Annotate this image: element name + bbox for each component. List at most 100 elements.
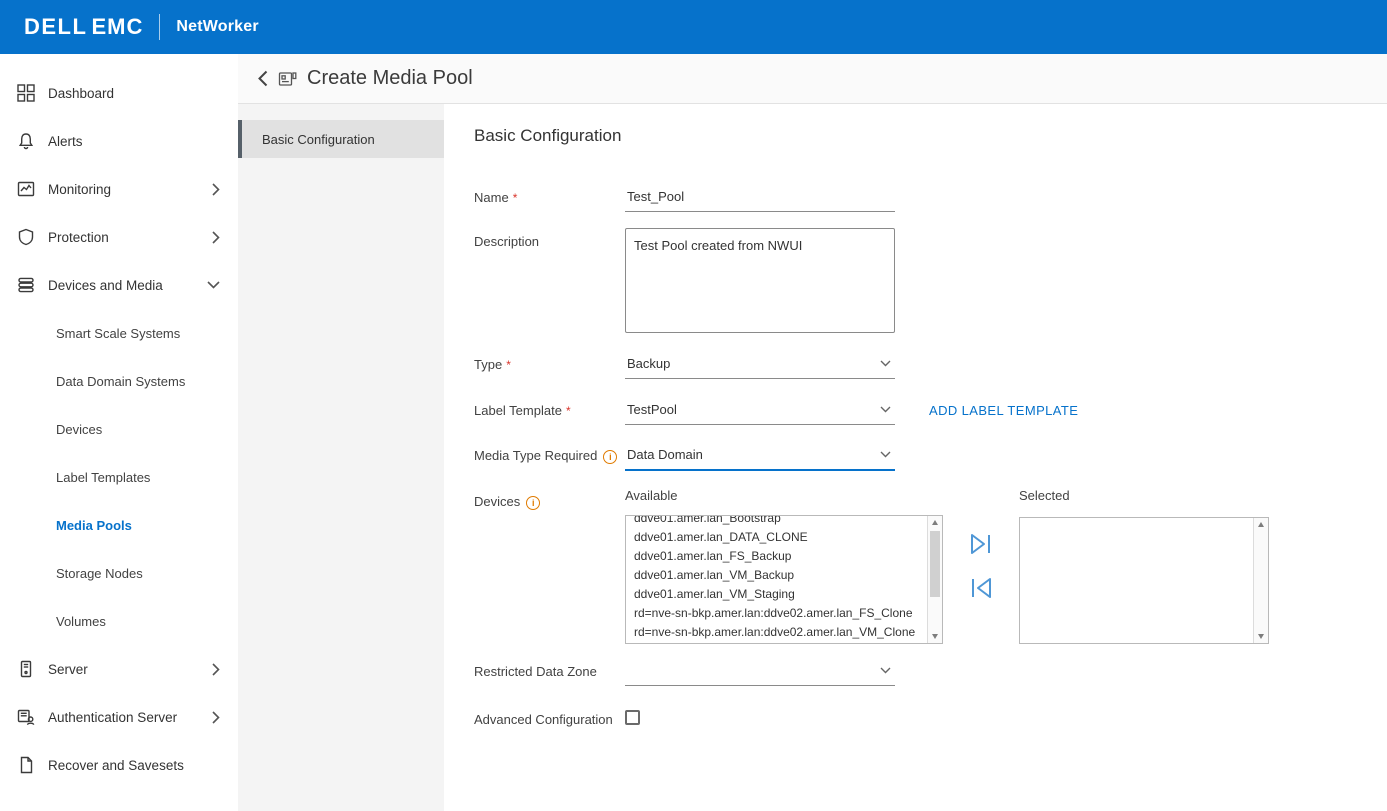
sidebar-child-label: Media Pools	[56, 518, 132, 533]
media-type-select[interactable]: Data Domain	[625, 442, 895, 471]
device-option[interactable]: ddve01.amer.lan_VM_Staging	[626, 585, 927, 604]
brand-emc: EMC	[91, 14, 143, 40]
label-template-label: Label Template *	[474, 397, 625, 425]
scroll-up-icon[interactable]	[1254, 518, 1268, 531]
chevron-right-icon	[212, 231, 220, 244]
available-list: ddve01.amer.lan_Bootstrapddve01.amer.lan…	[626, 516, 927, 643]
device-option[interactable]: ddve01.amer.lan_FS_Backup	[626, 547, 927, 566]
sidebar-item-devices-and-media[interactable]: Devices and Media	[0, 261, 238, 309]
authentication-server-icon	[17, 708, 35, 726]
sidebar-item-protection[interactable]: Protection	[0, 213, 238, 261]
app-header: DELL EMC NetWorker	[0, 0, 1387, 54]
type-label: Type *	[474, 351, 625, 379]
selected-listbox	[1019, 517, 1269, 644]
available-column: Available ddve01.amer.lan_Bootstrapddve0…	[625, 488, 943, 644]
sidebar-item-label: Alerts	[48, 134, 83, 149]
advanced-configuration-row: Advanced Configuration	[474, 706, 1387, 727]
info-icon[interactable]: i	[526, 496, 540, 510]
selected-list	[1020, 518, 1253, 643]
move-left-button[interactable]	[968, 576, 994, 600]
sidebar-item-dashboard[interactable]: Dashboard	[0, 69, 238, 117]
scroll-down-icon[interactable]	[1254, 630, 1268, 643]
sidebar-item-storage-nodes[interactable]: Storage Nodes	[0, 549, 238, 597]
device-option[interactable]: ddve01.amer.lan_Bootstrap	[626, 516, 927, 528]
section-title: Basic Configuration	[474, 126, 1387, 146]
sidebar-item-volumes[interactable]: Volumes	[0, 597, 238, 645]
advanced-configuration-checkbox[interactable]	[625, 710, 640, 725]
add-label-template-link[interactable]: ADD LABEL TEMPLATE	[929, 397, 1078, 425]
description-row: Description Test Pool created from NWUI	[474, 228, 1387, 333]
chevron-right-icon	[212, 663, 220, 676]
sidebar-item-monitoring[interactable]: Monitoring	[0, 165, 238, 213]
sidebar-item-label-templates[interactable]: Label Templates	[0, 453, 238, 501]
type-select[interactable]: Backup	[625, 351, 895, 379]
label-template-select[interactable]: TestPool	[625, 397, 895, 425]
sidebar-item-label: Server	[48, 662, 88, 677]
type-select-value: Backup	[627, 356, 670, 371]
device-option[interactable]: rd=nve-sn-bkp.amer.lan:ddve02.amer.lan_F…	[626, 604, 927, 623]
sidebar-item-smart-scale-systems[interactable]: Smart Scale Systems	[0, 309, 238, 357]
name-label: Name *	[474, 184, 625, 212]
bell-icon	[17, 132, 35, 150]
restricted-data-zone-select[interactable]	[625, 658, 895, 686]
app-name: NetWorker	[176, 18, 258, 36]
media-type-row: Media Type Required i Data Domain	[474, 442, 1387, 471]
sidebar-child-label: Storage Nodes	[56, 566, 143, 581]
form-area: Basic Configuration Name * Description T…	[444, 104, 1387, 811]
nav-item-basic-configuration[interactable]: Basic Configuration	[238, 120, 444, 158]
info-icon[interactable]: i	[603, 450, 617, 464]
chevron-down-icon	[880, 451, 891, 458]
devices-row: Devices i Available ddve01.amer.lan_Boot…	[474, 488, 1387, 644]
device-option[interactable]: ddve01.amer.lan_DATA_CLONE	[626, 528, 927, 547]
label-template-select-value: TestPool	[627, 402, 677, 417]
transfer-buttons	[943, 488, 1019, 644]
scroll-down-icon[interactable]	[928, 630, 942, 643]
sidebar-item-devices[interactable]: Devices	[0, 405, 238, 453]
dell-emc-logo: DELL EMC	[24, 14, 143, 40]
back-button[interactable]	[258, 70, 268, 87]
config-nav-panel: Basic Configuration	[238, 104, 444, 811]
available-scrollbar[interactable]	[927, 516, 942, 643]
monitoring-icon	[17, 180, 35, 198]
brand-divider	[159, 14, 160, 40]
dashboard-icon	[17, 84, 35, 102]
sidebar-item-alerts[interactable]: Alerts	[0, 117, 238, 165]
name-input[interactable]	[625, 184, 895, 212]
recover-icon	[17, 756, 35, 774]
sidebar-item-recover-and-savesets[interactable]: Recover and Savesets	[0, 741, 238, 789]
sidebar-item-media-pools[interactable]: Media Pools	[0, 501, 238, 549]
device-option[interactable]: ddve01.amer.lan_VM_Backup	[626, 566, 927, 585]
page-title-bar: Create Media Pool	[238, 54, 1387, 104]
sidebar-item-label: Devices and Media	[48, 278, 163, 293]
brand-dell: DELL	[24, 14, 87, 40]
sidebar-child-label: Smart Scale Systems	[56, 326, 180, 341]
chevron-down-icon	[880, 360, 891, 367]
sidebar-item-label: Recover and Savesets	[48, 758, 184, 773]
restricted-data-zone-label: Restricted Data Zone	[474, 658, 625, 686]
chevron-down-icon	[880, 667, 891, 674]
selected-scrollbar[interactable]	[1253, 518, 1268, 643]
sidebar-item-authentication-server[interactable]: Authentication Server	[0, 693, 238, 741]
restricted-data-zone-row: Restricted Data Zone	[474, 658, 1387, 686]
devices-media-icon	[17, 276, 35, 294]
chevron-down-icon	[207, 281, 220, 289]
type-row: Type * Backup	[474, 351, 1387, 379]
selected-column: Selected	[1019, 488, 1269, 644]
sidebar-item-label: Protection	[48, 230, 109, 245]
required-marker: *	[513, 190, 518, 205]
description-input[interactable]: Test Pool created from NWUI	[625, 228, 895, 333]
scrollbar-thumb[interactable]	[930, 531, 940, 597]
media-pool-icon	[278, 70, 297, 88]
device-option[interactable]: rd=nve-sn-bkp.amer.lan:ddve02.amer.lan_V…	[626, 623, 927, 642]
sidebar-item-data-domain-systems[interactable]: Data Domain Systems	[0, 357, 238, 405]
required-marker: *	[506, 357, 511, 372]
sidebar-child-label: Label Templates	[56, 470, 150, 485]
nav-item-label: Basic Configuration	[262, 132, 375, 147]
media-type-label: Media Type Required i	[474, 442, 625, 471]
sidebar-item-label: Dashboard	[48, 86, 114, 101]
sidebar-item-server[interactable]: Server	[0, 645, 238, 693]
description-label: Description	[474, 228, 625, 333]
scroll-up-icon[interactable]	[928, 516, 942, 529]
selected-label: Selected	[1019, 488, 1269, 503]
move-right-button[interactable]	[968, 532, 994, 556]
